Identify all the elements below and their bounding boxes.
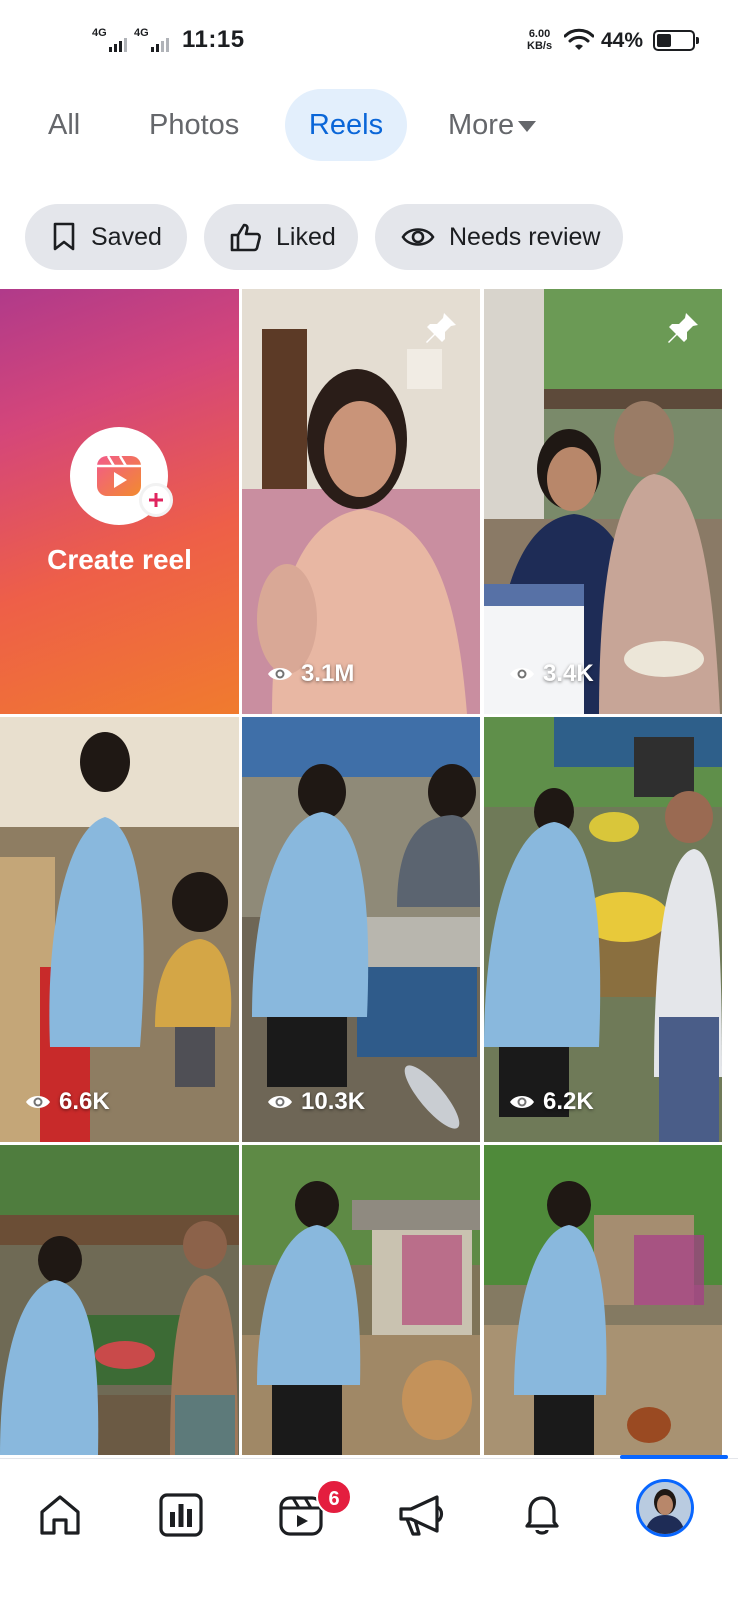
tab-more[interactable]: More [448, 89, 537, 161]
bookmark-icon [53, 222, 75, 251]
eye-icon [510, 668, 534, 680]
battery-icon [653, 30, 699, 51]
status-bar: 4G 4G 11:15 6.00 KB/s 44% [0, 0, 738, 80]
liked-chip-label: Liked [276, 222, 336, 251]
caret-down-icon [518, 120, 537, 132]
pin-icon [668, 313, 698, 343]
reel-thumbnail-image [0, 717, 239, 1142]
create-reel-label: Create reel [47, 544, 192, 575]
network-type-2: 4G [134, 27, 149, 39]
eye-icon [510, 1096, 534, 1108]
tab-reels[interactable]: Reels [285, 89, 407, 161]
bottom-navigation: 6 [0, 1455, 738, 1600]
reel-thumbnail-image [242, 717, 480, 1142]
reel-thumbnail-image [0, 1145, 239, 1455]
view-count: 10.3K [267, 1088, 365, 1116]
reel-thumbnail[interactable]: 6.2K [484, 717, 722, 1142]
view-count-value: 3.4K [543, 660, 594, 687]
reel-thumbnail[interactable]: 3.1M [242, 289, 480, 714]
reel-thumbnail[interactable] [242, 1145, 480, 1455]
view-count: 6.6K [25, 1088, 110, 1116]
tab-more-label: More [448, 109, 515, 141]
thumbs-up-icon [230, 223, 261, 252]
reel-thumbnail-image [484, 289, 722, 714]
eye-icon [268, 668, 292, 680]
clock: 11:15 [182, 26, 245, 53]
network-type-1: 4G [92, 27, 107, 39]
create-reel-tile[interactable]: Create reel [0, 289, 239, 714]
network-speed: 6.00 KB/s [527, 28, 552, 52]
reel-thumbnail-image [242, 289, 480, 714]
avatar-image [639, 1482, 691, 1534]
reel-thumbnail-image [484, 1145, 722, 1455]
add-icon [139, 483, 173, 517]
saved-chip-label: Saved [91, 222, 162, 251]
view-count: 6.2K [509, 1088, 594, 1116]
tab-photos[interactable]: Photos [149, 89, 239, 161]
reel-thumbnail[interactable]: 3.4K [484, 289, 722, 714]
eye-icon [401, 228, 435, 246]
megaphone-icon [399, 1495, 444, 1536]
eye-icon [268, 1096, 292, 1108]
profile-avatar[interactable] [636, 1479, 694, 1537]
dashboard-icon [159, 1493, 203, 1537]
reel-thumbnail[interactable]: 10.3K [242, 717, 480, 1142]
reel-thumbnail[interactable] [484, 1145, 722, 1455]
view-count: 3.1M [267, 660, 354, 688]
needs-review-chip-label: Needs review [449, 222, 601, 251]
liked-chip[interactable]: Liked [204, 204, 358, 270]
signal-bars-icon [108, 38, 127, 52]
reel-thumbnail[interactable]: 6.6K [0, 717, 239, 1142]
view-count-value: 6.2K [543, 1088, 594, 1115]
view-count-value: 6.6K [59, 1088, 110, 1115]
needs-review-chip[interactable]: Needs review [375, 204, 623, 270]
nav-ads[interactable] [392, 1485, 452, 1545]
view-count-value: 3.1M [301, 660, 355, 687]
signal-bars-icon [150, 38, 169, 52]
wifi-icon [564, 28, 594, 50]
saved-chip[interactable]: Saved [25, 204, 187, 270]
notification-badge: 6 [316, 1479, 352, 1515]
home-icon [40, 1495, 80, 1535]
eye-icon [26, 1096, 50, 1108]
nav-notifications[interactable] [512, 1485, 572, 1545]
signal-sim2: 4G [134, 28, 169, 52]
speed-value: 6.00 [528, 28, 551, 40]
active-tab-indicator [620, 1455, 728, 1459]
battery-percent: 44% [601, 29, 644, 52]
pin-icon [426, 313, 456, 343]
reel-thumbnail[interactable] [0, 1145, 239, 1455]
view-count: 3.4K [509, 660, 594, 688]
reel-thumbnail-image [242, 1145, 480, 1455]
view-count-value: 10.3K [301, 1088, 366, 1115]
tab-all[interactable]: All [48, 89, 80, 161]
nav-home[interactable] [30, 1485, 90, 1545]
signal-sim1: 4G [92, 28, 127, 52]
media-filter-tabs: All Photos Reels More [0, 89, 738, 161]
bell-icon [525, 1496, 559, 1535]
speed-unit: KB/s [527, 40, 553, 52]
reel-thumbnail-image [484, 717, 722, 1142]
nav-dashboard[interactable] [151, 1485, 211, 1545]
